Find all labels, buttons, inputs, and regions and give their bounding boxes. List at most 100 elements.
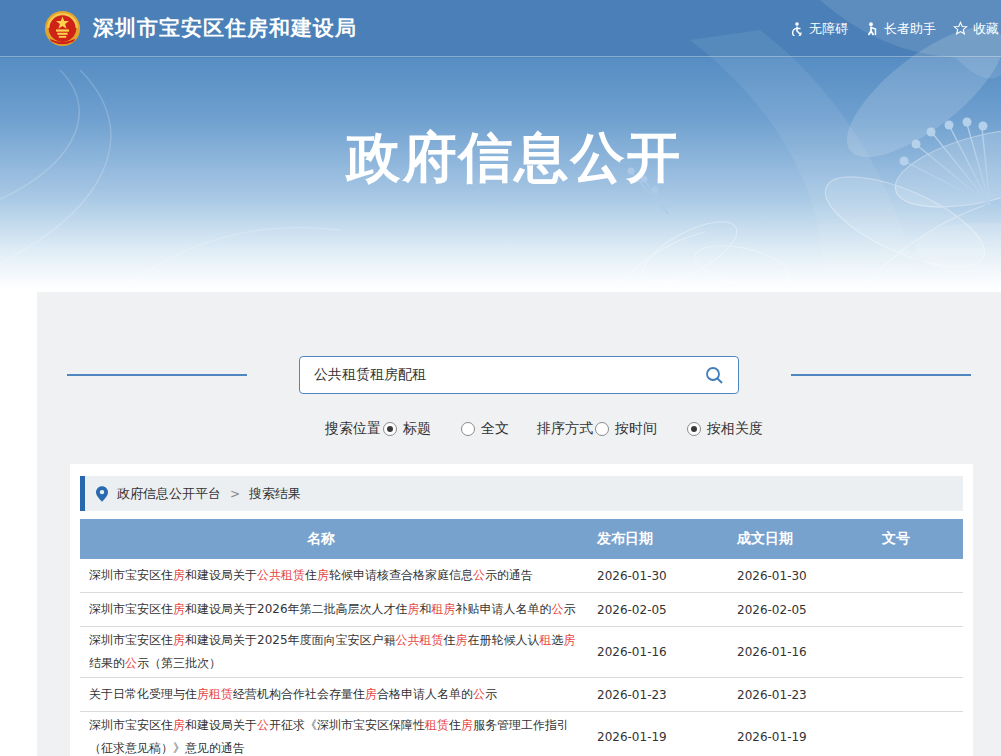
title-text: 关于日常化受理与住	[89, 687, 197, 701]
decor-line-right	[791, 374, 971, 376]
title-text: 深圳市宝安区住	[89, 633, 173, 647]
doc-date: 2026-01-16	[728, 645, 868, 659]
publish-date: 2026-02-05	[588, 603, 728, 617]
breadcrumb-current: 搜索结果	[249, 485, 301, 503]
search-options: 搜索位置标题全文排序方式按时间按相关度	[62, 420, 1001, 438]
result-title-link[interactable]: 关于日常化受理与住房租赁经营机构合作社会存量住房合格申请人名单的公示	[80, 681, 588, 708]
highlighted-keyword: 房租赁	[197, 687, 233, 701]
location-pin-icon	[96, 486, 108, 502]
highlighted-keyword: 房	[564, 633, 576, 647]
result-title-link[interactable]: 深圳市宝安区住房和建设局关于公开征求《深圳市宝安区保障性租赁住房服务管理工作指引…	[80, 712, 588, 756]
doc-date: 2026-02-05	[728, 603, 868, 617]
radio-unselected-icon[interactable]	[461, 422, 475, 436]
title-text: 住	[449, 718, 461, 732]
national-emblem-logo	[44, 10, 81, 47]
results-card: 政府信息公开平台 > 搜索结果 名称 发布日期 成文日期 文号 深圳市宝安区住房…	[70, 464, 973, 756]
sort-mode-label: 排序方式	[537, 420, 593, 438]
highlighted-keyword: 公	[257, 718, 269, 732]
accessibility-link[interactable]: 无障碍	[790, 20, 848, 38]
column-header-publish-date: 发布日期	[588, 530, 728, 548]
main-content: 搜索位置标题全文排序方式按时间按相关度 政府信息公开平台 > 搜索结果 名称 发…	[37, 292, 1001, 756]
title-text: 和建设局关于2025年度面向宝安区户籍	[185, 633, 396, 647]
highlighted-keyword: 房	[173, 718, 185, 732]
doc-date: 2026-01-30	[728, 569, 868, 583]
result-title-link[interactable]: 深圳市宝安区住房和建设局关于公共租赁住房轮候申请核查合格家庭信息公示的通告	[80, 562, 588, 589]
publish-date: 2026-01-16	[588, 645, 728, 659]
highlighted-keyword: 房	[173, 633, 185, 647]
highlighted-keyword: 房	[408, 602, 420, 616]
publish-date: 2026-01-30	[588, 569, 728, 583]
search-row	[37, 292, 1001, 394]
highlighted-keyword: 房	[461, 718, 473, 732]
title-text: 住	[444, 633, 456, 647]
column-header-doc-date: 成文日期	[728, 530, 868, 548]
radio-sort-3[interactable]: 按相关度	[687, 420, 763, 438]
result-title-link[interactable]: 深圳市宝安区住房和建设局关于2026年第二批高层次人才住房和租房补贴申请人名单的…	[80, 596, 588, 623]
title-text: 在册轮候人认	[468, 633, 540, 647]
title-text: 和建设局关于	[185, 718, 257, 732]
breadcrumb-root[interactable]: 政府信息公开平台	[117, 485, 221, 503]
star-icon	[953, 21, 968, 36]
radio-label: 标题	[403, 420, 431, 438]
highlighted-keyword: 公	[473, 568, 485, 582]
title-text: 合格申请人名单的	[377, 687, 473, 701]
page-title: 政府信息公开	[0, 122, 1001, 195]
title-text: 结果的	[89, 656, 125, 670]
highlighted-keyword: 房	[173, 602, 185, 616]
table-row: 深圳市宝安区住房和建设局关于2026年第二批高层次人才住房和租房补贴申请人名单的…	[80, 593, 963, 627]
publish-date: 2026-01-19	[588, 730, 728, 744]
result-title-link[interactable]: 深圳市宝安区住房和建设局关于2025年度面向宝安区户籍公共租赁住房在册轮候人认租…	[80, 627, 588, 677]
radio-label: 全文	[481, 420, 509, 438]
highlighted-keyword: 公共租赁	[257, 568, 305, 582]
radio-position-1[interactable]: 全文	[461, 420, 509, 438]
highlighted-keyword: 租赁	[425, 718, 449, 732]
results-table: 名称 发布日期 成文日期 文号 深圳市宝安区住房和建设局关于公共租赁住房轮候申请…	[80, 519, 963, 756]
search-box	[299, 356, 739, 394]
highlighted-keyword: 公	[125, 656, 137, 670]
highlighted-keyword: 租房	[432, 602, 456, 616]
top-links: 无障碍 长者助手 收藏	[773, 0, 999, 57]
title-text: 补贴申请人名单的	[456, 602, 552, 616]
doc-date: 2026-01-23	[728, 688, 868, 702]
highlighted-keyword: 公	[473, 687, 485, 701]
elder-assistant-link[interactable]: 长者助手	[865, 20, 936, 38]
doc-date: 2026-01-19	[728, 730, 868, 744]
title-text: 深圳市宝安区住	[89, 568, 173, 582]
search-input[interactable]	[314, 367, 705, 383]
title-text: 和建设局关于	[185, 568, 257, 582]
table-header: 名称 发布日期 成文日期 文号	[80, 519, 963, 559]
title-text: 深圳市宝安区住	[89, 602, 173, 616]
radio-selected-icon[interactable]	[383, 422, 397, 436]
banner: 深圳市宝安区住房和建设局 无障碍 长者助手	[0, 0, 1001, 292]
highlighted-keyword: 房	[365, 687, 377, 701]
highlighted-keyword: 房	[317, 568, 329, 582]
radio-unselected-icon[interactable]	[595, 422, 609, 436]
table-row: 关于日常化受理与住房租赁经营机构合作社会存量住房合格申请人名单的公示2026-0…	[80, 678, 963, 712]
highlighted-keyword: 公共租赁	[396, 633, 444, 647]
elder-assistant-icon	[865, 22, 879, 36]
favorite-link[interactable]: 收藏	[953, 20, 999, 38]
decor-line-left	[67, 374, 247, 376]
title-text: 示	[564, 602, 576, 616]
table-row: 深圳市宝安区住房和建设局关于公共租赁住房轮候申请核查合格家庭信息公示的通告202…	[80, 559, 963, 593]
radio-selected-icon[interactable]	[687, 422, 701, 436]
table-row: 深圳市宝安区住房和建设局关于公开征求《深圳市宝安区保障性租赁住房服务管理工作指引…	[80, 712, 963, 756]
table-row: 深圳市宝安区住房和建设局关于2025年度面向宝安区户籍公共租赁住房在册轮候人认租…	[80, 627, 963, 678]
title-text: 示的通告	[485, 568, 533, 582]
column-header-name: 名称	[67, 530, 575, 548]
highlighted-keyword: 公	[552, 602, 564, 616]
title-text: 示（第三批次）	[137, 656, 221, 670]
title-text: 经营机构合作社会存量住	[233, 687, 365, 701]
highlighted-keyword: 租	[540, 633, 552, 647]
breadcrumb: 政府信息公开平台 > 搜索结果	[80, 476, 963, 511]
search-icon[interactable]	[705, 366, 724, 385]
accessibility-icon	[790, 22, 804, 36]
title-text: 深圳市宝安区住	[89, 718, 173, 732]
column-header-doc-number: 文号	[868, 530, 963, 548]
radio-label: 按相关度	[707, 420, 763, 438]
publish-date: 2026-01-23	[588, 688, 728, 702]
highlighted-keyword: 房	[173, 568, 185, 582]
title-text: 选	[552, 633, 564, 647]
radio-sort-2[interactable]: 按时间	[595, 420, 657, 438]
radio-position-0[interactable]: 标题	[383, 420, 431, 438]
